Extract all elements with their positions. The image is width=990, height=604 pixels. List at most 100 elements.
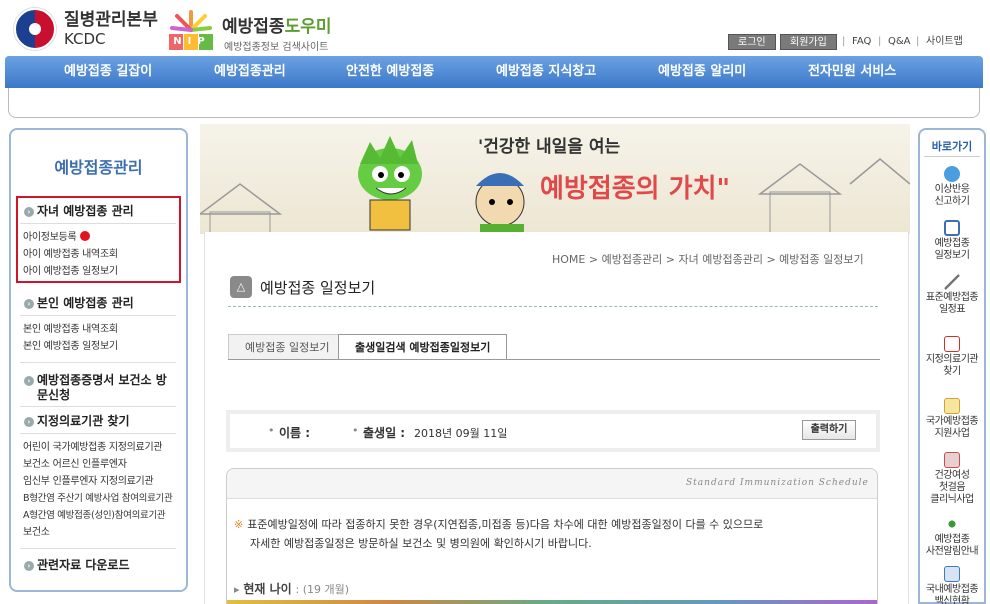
kcdc-emblem-icon[interactable] — [14, 8, 56, 50]
divider — [20, 315, 176, 316]
divider — [924, 156, 980, 157]
bullet-icon: › — [24, 561, 34, 571]
quick-item-label: 첫걸음 — [938, 482, 966, 493]
site-title[interactable]: 예방접종도우미 — [222, 12, 331, 37]
quick-item-vaccine-status[interactable]: 국내예방접종 백신현황 — [918, 566, 986, 604]
sidebar-section-clinic[interactable]: › 지정의료기관 찾기 — [24, 413, 130, 429]
birth-value: 2018년 09월 11일 — [414, 427, 508, 440]
notice-line-1: 표준예방일정에 따라 접종하지 못한 경우(지연접종,미접종 등)다음 차수에 … — [247, 518, 764, 531]
quick-item-label: 찾기 — [943, 366, 961, 377]
quick-item-label: 지원사업 — [934, 428, 970, 439]
breadcrumb[interactable]: HOME > 예방접종관리 > 자녀 예방접종관리 > 예방접종 일정보기 — [552, 251, 880, 267]
faq-link[interactable]: FAQ — [852, 34, 871, 50]
sub-nav-bar — [8, 88, 980, 118]
sidebar-section-download[interactable]: › 관련자료 다운로드 — [24, 557, 130, 573]
quick-item-label: 표준예방접종 — [925, 292, 979, 303]
banner-headline-main: 예방접종의 가치" — [540, 174, 731, 204]
age-label: 현재 나이 — [243, 582, 292, 596]
quick-item-label: 국내예방접종 — [925, 584, 979, 595]
quick-item-standard[interactable]: 표준예방접종 일정표 — [918, 274, 986, 316]
util-sep: | — [842, 36, 846, 47]
quick-item-support[interactable]: 국가예방접종 지원사업 — [918, 398, 986, 440]
divider — [20, 433, 176, 434]
login-button[interactable]: 로그인 — [728, 34, 776, 50]
sidebar-item-self-schedule[interactable]: 본인 예방접종 일정보기 — [23, 339, 118, 354]
sidebar-section-label: 본인 예방접종 관리 — [37, 296, 134, 310]
quick-item-label: 예방접종 — [934, 534, 970, 545]
quick-item-label: 건강여성 — [934, 470, 970, 481]
gnb-item-safe[interactable]: 안전한 예방접종 — [346, 62, 434, 82]
child-info-box — [226, 410, 880, 452]
banner-headline: '건강한 내일을 여는 — [478, 137, 621, 157]
quick-item-schedule[interactable]: 예방접종 일정보기 — [918, 220, 986, 262]
quick-item-label: 예방접종 — [934, 238, 970, 249]
age-value: : (19 개월) — [295, 583, 350, 596]
sidebar-item-clinic-4[interactable]: A형간염 예방접종(성인)참여의료기관 — [23, 508, 166, 523]
sidebar-section-certificate[interactable]: › 예방접종증명서 보건소 방 — [24, 372, 167, 388]
quick-item-label: 신고하기 — [934, 196, 970, 207]
schedule-notice: ※ 표준예방일정에 따라 접종하지 못한 경우(지연접종,미접종 등)다음 차수에… — [234, 515, 763, 553]
sidebar-section-label: 관련자료 다운로드 — [37, 558, 130, 572]
name-label: 이름 : — [279, 426, 311, 440]
nip-label: NIP — [173, 36, 211, 47]
quick-item-clinic[interactable]: 지정의료기관 찾기 — [918, 336, 986, 378]
gnb-item-guide[interactable]: 예방접종 길잡이 — [64, 62, 152, 82]
divider — [20, 548, 176, 549]
sidebar-item-clinic-0[interactable]: 어린이 국가예방접종 지정의료기관 — [23, 440, 163, 455]
sitemap-link[interactable]: 사이트맵 — [926, 34, 963, 50]
quick-item-label: 일정표 — [938, 304, 966, 315]
tab-schedule[interactable]: 예방접종 일정보기 — [228, 334, 347, 360]
highlight-box — [16, 196, 181, 283]
arrow-icon: ▸ — [234, 583, 240, 596]
divider — [20, 406, 176, 407]
current-age: ▸ 현재 나이 : (19 개월) — [234, 580, 349, 597]
util-sep: | — [878, 36, 882, 47]
quick-item-women-clinic[interactable]: 건강여성 첫걸음 클리닉사업 — [918, 452, 986, 506]
util-sep: | — [916, 36, 920, 47]
gnb-item-civil[interactable]: 전자민원 서비스 — [808, 62, 896, 82]
site-title-a: 예방접종 — [222, 17, 285, 37]
qna-link[interactable]: Q&A — [888, 34, 911, 50]
check-circle-icon — [944, 166, 960, 182]
gnb-item-knowledge[interactable]: 예방접종 지식창고 — [496, 62, 596, 82]
page-title: 예방접종 일정보기 — [260, 279, 376, 297]
quick-item-pre-notice[interactable]: 예방접종 사전알림안내 — [918, 516, 986, 558]
bullet-icon: • — [268, 424, 275, 437]
sidebar-section-label: 예방접종증명서 보건소 방 — [37, 373, 167, 387]
bullet-icon: › — [24, 376, 34, 386]
gnb-item-notify[interactable]: 예방접종 알리미 — [658, 62, 746, 82]
site-subtitle: 예방접종정보 검색사이트 — [224, 42, 329, 53]
bullet-icon: › — [24, 299, 34, 309]
quick-item-label: 클리닉사업 — [930, 494, 974, 505]
syringe-icon — [944, 274, 960, 290]
bullet-icon: › — [24, 417, 34, 427]
schedule-en-title: Standard Immunization Schedule — [686, 478, 869, 488]
sidebar-section-self[interactable]: › 본인 예방접종 관리 — [24, 295, 134, 311]
print-button[interactable]: 출력하기 — [802, 420, 856, 440]
tab-birth-search[interactable]: 출생일검색 예방접종일정보기 — [338, 334, 508, 360]
bullet-icon: • — [352, 424, 359, 437]
sidebar-item-clinic-2[interactable]: 임신부 인플루엔자 지정의료기관 — [23, 474, 154, 489]
quick-item-label: 지정의료기관 — [925, 354, 979, 365]
hospital-cross-icon — [944, 336, 960, 352]
vial-icon — [944, 566, 960, 582]
sidebar-section-label: 지정의료기관 찾기 — [37, 414, 130, 428]
quick-item-label: 이상반응 — [934, 184, 970, 195]
join-button[interactable]: 회원가입 — [780, 34, 837, 50]
speaker-icon — [944, 516, 960, 532]
page-title-icon: △ — [230, 276, 252, 298]
org-name: 질병관리본부 — [64, 10, 158, 30]
sidebar-title: 예방접종관리 — [54, 158, 143, 177]
site-title-b: 도우미 — [284, 17, 332, 37]
birth-label: 출생일 : — [363, 426, 406, 440]
sidebar-item-clinic-3[interactable]: B형간염 주산기 예방사업 참여의료기관 — [23, 491, 173, 506]
gnb-item-manage[interactable]: 예방접종관리 — [214, 62, 286, 82]
quick-item-label: 국가예방접종 — [925, 416, 979, 427]
sidebar-item-clinic-5[interactable]: 보건소 — [23, 525, 50, 540]
sidebar-item-self-history[interactable]: 본인 예방접종 내역조회 — [23, 322, 118, 337]
tab-underline — [228, 359, 880, 360]
sidebar-item-clinic-1[interactable]: 보건소 어르신 인플루엔자 — [23, 457, 127, 472]
quick-item-adverse[interactable]: 이상반응 신고하기 — [918, 166, 986, 208]
quick-menu-title: 바로가기 — [931, 140, 973, 153]
sidebar-section-label-cont: 문신청 — [37, 388, 71, 402]
